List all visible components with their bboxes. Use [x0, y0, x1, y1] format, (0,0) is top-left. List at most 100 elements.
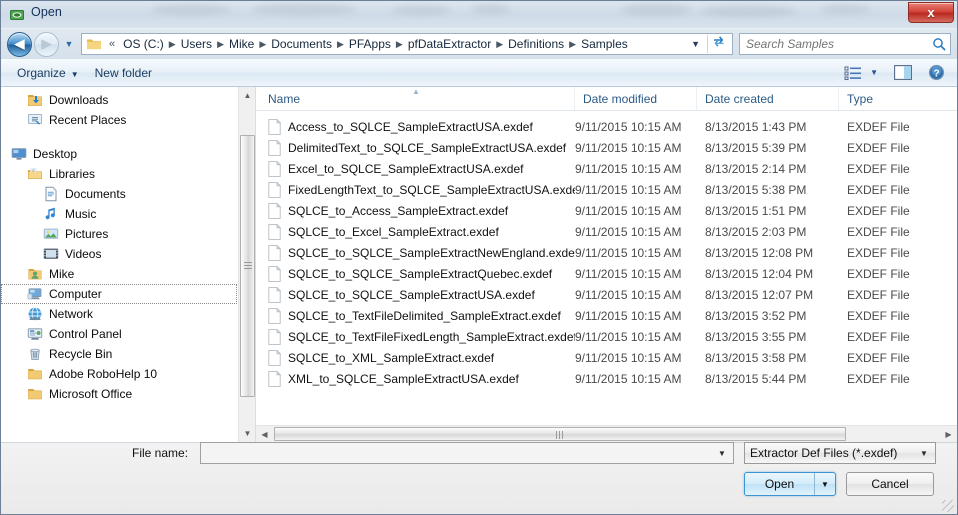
preview-pane-button[interactable]: [890, 63, 916, 82]
file-name-cell[interactable]: DelimitedText_to_SQLCE_SampleExtractUSA.…: [260, 139, 575, 156]
refresh-button[interactable]: [708, 35, 730, 53]
recent-locations-button[interactable]: ▼: [61, 39, 77, 49]
breadcrumb-item[interactable]: pfDataExtractor: [404, 36, 495, 52]
open-split-button[interactable]: Open ▼: [744, 472, 836, 496]
table-row[interactable]: SQLCE_to_SQLCE_SampleExtractUSA.exdef 9/1…: [256, 284, 957, 305]
close-button[interactable]: x: [908, 2, 954, 23]
file-name-input[interactable]: [201, 446, 711, 460]
file-name-cell[interactable]: SQLCE_to_SQLCE_SampleExtractNewEngland.e…: [260, 244, 575, 261]
table-row[interactable]: Access_to_SQLCE_SampleExtractUSA.exdef 9/…: [256, 116, 957, 137]
back-button[interactable]: ◀: [7, 31, 32, 57]
change-view-dropdown[interactable]: ▼: [866, 66, 882, 79]
file-name-combo[interactable]: ▼: [200, 442, 734, 464]
sidebar-item-microsoft-office[interactable]: Microsoft Office: [1, 384, 237, 404]
breadcrumb-item[interactable]: OS (C:): [119, 36, 168, 52]
table-row[interactable]: FixedLengthText_to_SQLCE_SampleExtractUS…: [256, 179, 957, 200]
table-row[interactable]: SQLCE_to_Excel_SampleExtract.exdef 9/11/2…: [256, 221, 957, 242]
file-name-cell[interactable]: SQLCE_to_SQLCE_SampleExtractUSA.exdef: [260, 286, 575, 303]
column-header-date-modified[interactable]: Date modified: [575, 87, 697, 110]
sidebar-item-libraries[interactable]: Libraries: [1, 164, 237, 184]
videos-library-icon: [43, 248, 59, 259]
scroll-right-button[interactable]: ▶: [940, 426, 957, 443]
file-name-cell[interactable]: Excel_to_SQLCE_SampleExtractUSA.exdef: [260, 160, 575, 177]
scrollbar-grip: [556, 431, 564, 439]
search-input[interactable]: [744, 36, 932, 52]
resize-grip[interactable]: [942, 500, 954, 512]
chevron-down-icon[interactable]: ▼: [711, 449, 733, 458]
column-header-type[interactable]: Type: [839, 87, 957, 110]
sidebar-item-music[interactable]: Music: [1, 204, 237, 224]
sidebar-item-label: Microsoft Office: [49, 387, 133, 401]
sidebar-item-control-panel[interactable]: Control Panel: [1, 324, 237, 344]
scroll-left-button[interactable]: ◀: [256, 426, 273, 443]
file-name-cell[interactable]: Access_to_SQLCE_SampleExtractUSA.exdef: [260, 118, 575, 135]
open-dropdown-button[interactable]: ▼: [815, 473, 835, 495]
column-header-date-created[interactable]: Date created: [697, 87, 839, 110]
sidebar-item-downloads[interactable]: Downloads: [1, 90, 237, 110]
sidebar-item-computer[interactable]: Computer: [1, 284, 237, 304]
cancel-button[interactable]: Cancel: [846, 472, 934, 496]
file-name-cell[interactable]: SQLCE_to_TextFileFixedLength_SampleExtra…: [260, 328, 575, 345]
open-button[interactable]: Open: [745, 473, 815, 495]
chevron-right-icon: ▶: [496, 38, 504, 49]
help-button[interactable]: ?: [924, 62, 949, 83]
date-created-cell: 8/13/2015 3:58 PM: [705, 350, 807, 365]
date-created-cell: 8/13/2015 12:08 PM: [705, 245, 814, 260]
table-row[interactable]: SQLCE_to_SQLCE_SampleExtractNewEngland.e…: [256, 242, 957, 263]
table-row[interactable]: DelimitedText_to_SQLCE_SampleExtractUSA.…: [256, 137, 957, 158]
file-name-cell[interactable]: SQLCE_to_XML_SampleExtract.exdef: [260, 349, 575, 366]
file-type-cell: EXDEF File: [847, 308, 910, 323]
sidebar-item-documents[interactable]: Documents: [1, 184, 237, 204]
date-modified-cell: 9/11/2015 10:15 AM: [575, 161, 682, 176]
breadcrumb-item[interactable]: PFApps: [345, 36, 395, 52]
file-list-horizontal-scrollbar[interactable]: ◀ ▶: [256, 425, 957, 442]
breadcrumb-item[interactable]: Mike: [225, 36, 258, 52]
breadcrumb-item[interactable]: Definitions: [504, 36, 568, 52]
file-name-cell[interactable]: SQLCE_to_TextFileDelimited_SampleExtract…: [260, 307, 575, 324]
chevron-down-icon: ▼: [70, 69, 79, 79]
table-row[interactable]: SQLCE_to_TextFileFixedLength_SampleExtra…: [256, 326, 957, 347]
scrollbar-thumb[interactable]: [240, 135, 255, 397]
table-row[interactable]: XML_to_SQLCE_SampleExtractUSA.exdef 9/11/…: [256, 368, 957, 389]
breadcrumb-overflow-icon[interactable]: «: [105, 38, 119, 50]
scroll-down-button[interactable]: ▼: [239, 425, 255, 442]
table-row[interactable]: SQLCE_to_TextFileDelimited_SampleExtract…: [256, 305, 957, 326]
file-name-cell[interactable]: FixedLengthText_to_SQLCE_SampleExtractUS…: [260, 181, 575, 198]
organize-button[interactable]: Organize ▼: [9, 63, 87, 83]
search-box[interactable]: [739, 33, 951, 55]
file-name-cell[interactable]: XML_to_SQLCE_SampleExtractUSA.exdef: [260, 370, 575, 387]
navigation-tree: Downloads Recent Places Desktop Libraries Do…: [1, 87, 237, 404]
file-type-filter-combo[interactable]: Extractor Def Files (*.exdef) ▼: [744, 442, 936, 464]
navigation-scrollbar[interactable]: ▲ ▼: [238, 87, 255, 442]
breadcrumb-item[interactable]: Users: [177, 36, 216, 52]
sidebar-item-desktop[interactable]: Desktop: [1, 144, 237, 164]
file-name-text: Excel_to_SQLCE_SampleExtractUSA.exdef: [288, 161, 524, 176]
pictures-library-icon: [43, 228, 59, 239]
sidebar-item-network[interactable]: Network: [1, 304, 237, 324]
sidebar-item-recent-places[interactable]: Recent Places: [1, 110, 237, 130]
sidebar-item-pictures[interactable]: Pictures: [1, 224, 237, 244]
breadcrumb[interactable]: « OS (C:) ▶ Users ▶ Mike ▶ Documents ▶ P…: [81, 33, 733, 55]
scroll-up-button[interactable]: ▲: [239, 87, 255, 104]
sidebar-item-mike[interactable]: Mike: [1, 264, 237, 284]
new-folder-button[interactable]: New folder: [87, 63, 160, 83]
table-row[interactable]: SQLCE_to_Access_SampleExtract.exdef 9/11/…: [256, 200, 957, 221]
date-modified-cell: 9/11/2015 10:15 AM: [575, 140, 682, 155]
scrollbar-thumb[interactable]: [274, 427, 846, 441]
forward-button[interactable]: ▶: [34, 31, 59, 57]
chevron-right-icon: ▶: [217, 38, 224, 49]
breadcrumb-item[interactable]: Samples: [577, 36, 632, 52]
table-row[interactable]: Excel_to_SQLCE_SampleExtractUSA.exdef 9/1…: [256, 158, 957, 179]
sidebar-item-adobe-robohelp-10[interactable]: Adobe RoboHelp 10: [1, 364, 237, 384]
column-header-name[interactable]: ▲ Name: [260, 87, 575, 110]
change-view-button[interactable]: [840, 64, 866, 82]
table-row[interactable]: SQLCE_to_SQLCE_SampleExtractQuebec.exdef…: [256, 263, 957, 284]
file-name-cell[interactable]: SQLCE_to_Access_SampleExtract.exdef: [260, 202, 575, 219]
breadcrumb-item[interactable]: Documents: [267, 36, 336, 52]
file-name-cell[interactable]: SQLCE_to_Excel_SampleExtract.exdef: [260, 223, 575, 240]
file-name-cell[interactable]: SQLCE_to_SQLCE_SampleExtractQuebec.exdef: [260, 265, 575, 282]
sidebar-item-recycle-bin[interactable]: Recycle Bin: [1, 344, 237, 364]
chevron-down-icon[interactable]: ▼: [684, 39, 707, 49]
table-row[interactable]: SQLCE_to_XML_SampleExtract.exdef 9/11/201…: [256, 347, 957, 368]
sidebar-item-videos[interactable]: Videos: [1, 244, 237, 264]
